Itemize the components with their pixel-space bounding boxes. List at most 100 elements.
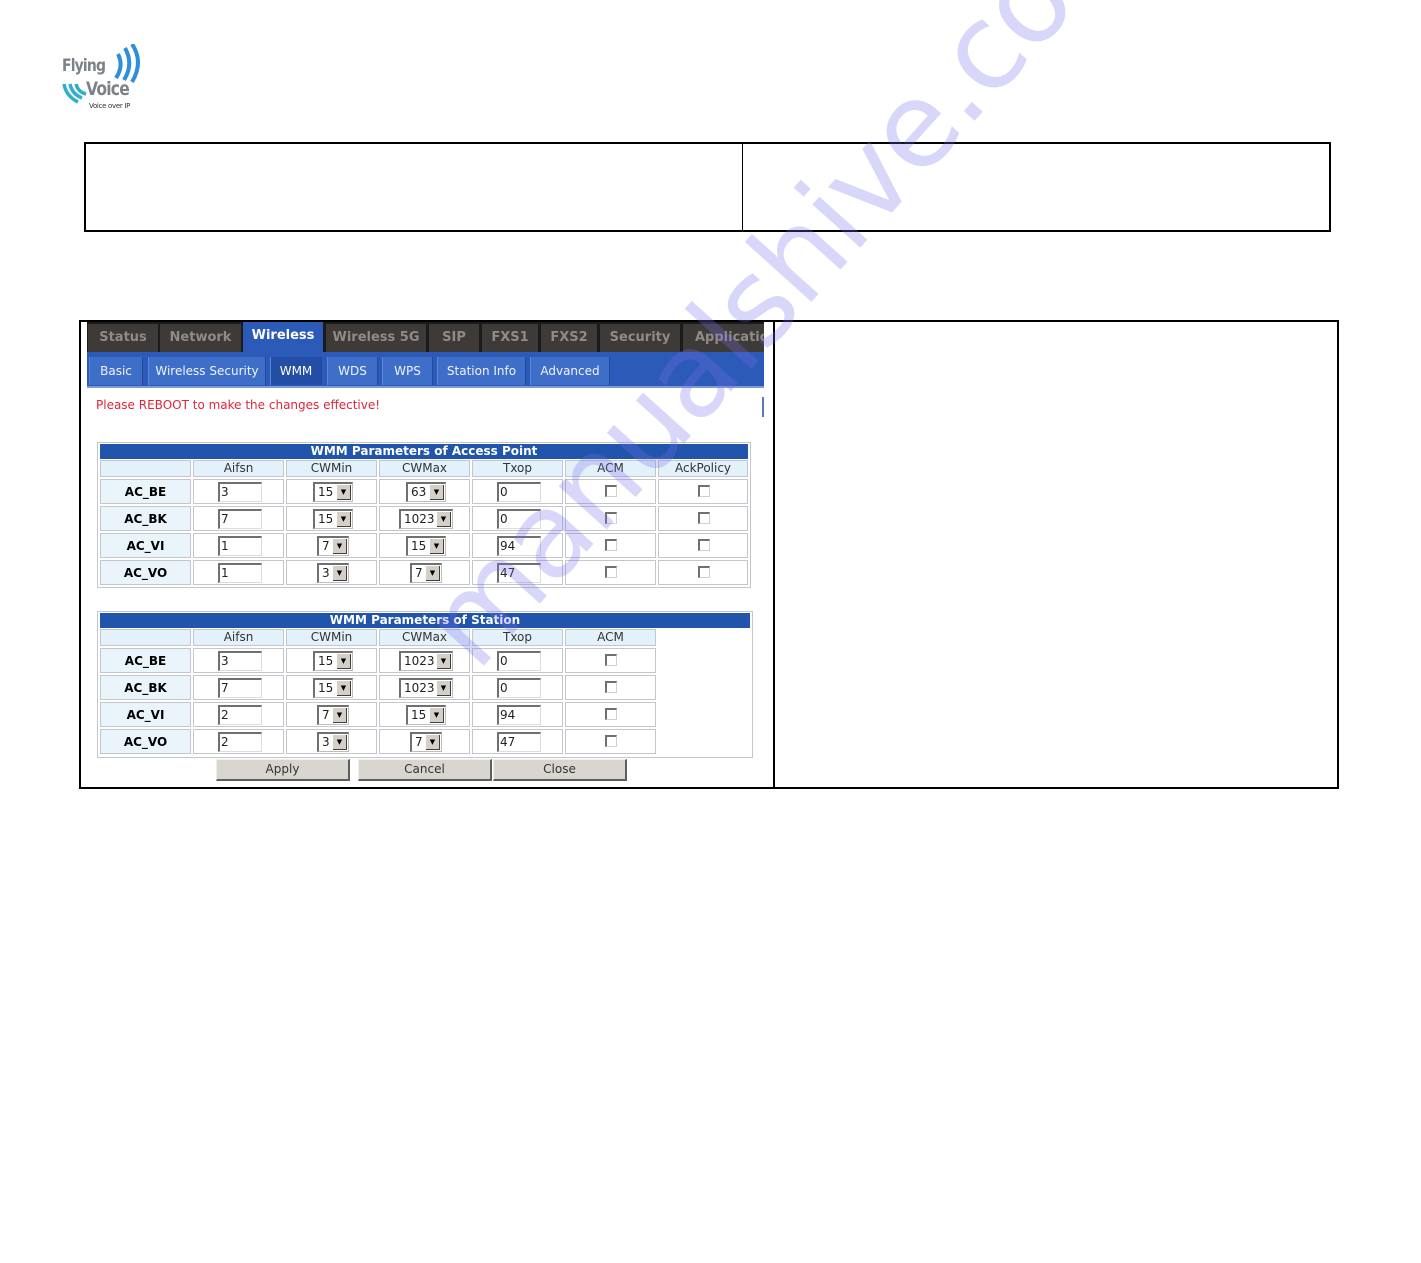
sub-tab-bar: Basic Wireless Security WMM WDS WPS Stat… xyxy=(87,352,764,386)
cwmin-select[interactable]: 15 ▼ xyxy=(313,482,353,502)
acm-checkbox[interactable] xyxy=(605,512,617,524)
acm-checkbox[interactable] xyxy=(605,485,617,497)
aifsn-input[interactable]: 2 xyxy=(218,705,262,725)
tab-wireless-5g[interactable]: Wireless 5G xyxy=(326,324,426,352)
table-cell: 94 xyxy=(472,702,563,727)
main-tab-bar: Status Network Wireless Wireless 5G SIP … xyxy=(87,322,764,354)
cwmax-select[interactable]: 1023 ▼ xyxy=(399,651,453,671)
ackpolicy-checkbox[interactable] xyxy=(698,539,710,551)
dropdown-arrow-icon[interactable]: ▼ xyxy=(437,681,451,696)
table-cell: 2 xyxy=(193,729,284,754)
acm-checkbox[interactable] xyxy=(605,708,617,720)
txop-input[interactable]: 47 xyxy=(497,563,541,583)
table-cell: 0 xyxy=(472,675,563,700)
cwmin-select[interactable]: 7 ▼ xyxy=(317,536,349,556)
tab-fxs1[interactable]: FXS1 xyxy=(482,324,538,352)
router-wmm-screenshot: Status Network Wireless Wireless 5G SIP … xyxy=(87,322,764,787)
subtab-wps[interactable]: WPS xyxy=(382,357,433,385)
txop-input[interactable]: 47 xyxy=(497,732,541,752)
table-cell xyxy=(565,506,656,531)
subtab-wireless-security[interactable]: Wireless Security xyxy=(148,357,266,385)
txop-input[interactable]: 0 xyxy=(497,678,541,698)
subtab-advanced[interactable]: Advanced xyxy=(530,357,610,385)
tab-network[interactable]: Network xyxy=(160,324,241,352)
acm-checkbox[interactable] xyxy=(605,566,617,578)
cwmin-selected-value: 15 xyxy=(318,654,334,668)
dropdown-arrow-icon[interactable]: ▼ xyxy=(333,708,347,723)
tab-status[interactable]: Status xyxy=(88,324,158,352)
aifsn-input[interactable]: 3 xyxy=(218,482,262,502)
subtab-wmm[interactable]: WMM xyxy=(270,357,322,385)
cwmin-select[interactable]: 15 ▼ xyxy=(313,651,353,671)
acm-checkbox[interactable] xyxy=(605,654,617,666)
cwmax-selected-value: 15 xyxy=(411,708,427,722)
tab-wireless[interactable]: Wireless xyxy=(243,322,323,354)
acm-checkbox[interactable] xyxy=(605,735,617,747)
table-cell: 3 xyxy=(193,479,284,504)
txop-input[interactable]: 0 xyxy=(497,509,541,529)
cwmax-select[interactable]: 1023 ▼ xyxy=(399,678,453,698)
txop-input[interactable]: 0 xyxy=(497,651,541,671)
ackpolicy-checkbox[interactable] xyxy=(698,512,710,524)
txop-input[interactable]: 94 xyxy=(497,705,541,725)
table-cell: 15 ▼ xyxy=(379,702,470,727)
aifsn-input[interactable]: 1 xyxy=(218,563,262,583)
ackpolicy-checkbox[interactable] xyxy=(698,566,710,578)
dropdown-arrow-icon[interactable]: ▼ xyxy=(333,566,347,581)
subtab-wds[interactable]: WDS xyxy=(327,357,378,385)
acm-checkbox[interactable] xyxy=(605,539,617,551)
dropdown-arrow-icon[interactable]: ▼ xyxy=(437,654,451,669)
close-button[interactable]: Close xyxy=(493,759,627,781)
cwmax-select[interactable]: 15 ▼ xyxy=(406,536,446,556)
dropdown-arrow-icon[interactable]: ▼ xyxy=(337,681,351,696)
cwmin-selected-value: 15 xyxy=(318,485,334,499)
scrollbar-edge[interactable] xyxy=(762,397,764,417)
right-panel-description xyxy=(780,330,1330,780)
dropdown-arrow-icon[interactable]: ▼ xyxy=(337,485,351,500)
dropdown-arrow-icon[interactable]: ▼ xyxy=(426,735,440,750)
table-cell: 47 xyxy=(472,560,563,585)
txop-input[interactable]: 94 xyxy=(497,536,541,556)
subtab-station-info[interactable]: Station Info xyxy=(437,357,526,385)
cwmax-select[interactable]: 7 ▼ xyxy=(410,563,442,583)
cwmax-select[interactable]: 63 ▼ xyxy=(406,482,446,502)
cwmin-select[interactable]: 15 ▼ xyxy=(313,678,353,698)
cwmin-select[interactable]: 3 ▼ xyxy=(317,563,349,583)
cwmax-select[interactable]: 15 ▼ xyxy=(406,705,446,725)
tab-security[interactable]: Security xyxy=(600,324,680,352)
cwmin-selected-value: 15 xyxy=(318,512,334,526)
tab-fxs2[interactable]: FXS2 xyxy=(541,324,597,352)
apply-button[interactable]: Apply xyxy=(216,759,350,781)
dropdown-arrow-icon[interactable]: ▼ xyxy=(333,735,347,750)
tab-sip[interactable]: SIP xyxy=(429,324,479,352)
aifsn-input[interactable]: 7 xyxy=(218,678,262,698)
ackpolicy-checkbox[interactable] xyxy=(698,485,710,497)
table-cell: 7 ▼ xyxy=(379,560,470,585)
cancel-button[interactable]: Cancel xyxy=(358,759,492,781)
aifsn-input[interactable]: 3 xyxy=(218,651,262,671)
cwmin-select[interactable]: 3 ▼ xyxy=(317,732,349,752)
cwmin-selected-value: 15 xyxy=(318,681,334,695)
dropdown-arrow-icon[interactable]: ▼ xyxy=(430,708,444,723)
cwmin-select[interactable]: 7 ▼ xyxy=(317,705,349,725)
dropdown-arrow-icon[interactable]: ▼ xyxy=(337,654,351,669)
aifsn-input[interactable]: 1 xyxy=(218,536,262,556)
subtab-basic[interactable]: Basic xyxy=(89,357,143,385)
cwmax-selected-value: 1023 xyxy=(404,654,435,668)
acm-checkbox[interactable] xyxy=(605,681,617,693)
dropdown-arrow-icon[interactable]: ▼ xyxy=(333,539,347,554)
dropdown-arrow-icon[interactable]: ▼ xyxy=(337,512,351,527)
header-blank-cell xyxy=(100,629,191,646)
cwmax-select[interactable]: 7 ▼ xyxy=(410,732,442,752)
dropdown-arrow-icon[interactable]: ▼ xyxy=(430,539,444,554)
txop-input[interactable]: 0 xyxy=(497,482,541,502)
dropdown-arrow-icon[interactable]: ▼ xyxy=(437,512,451,527)
dropdown-arrow-icon[interactable]: ▼ xyxy=(426,566,440,581)
dropdown-arrow-icon[interactable]: ▼ xyxy=(430,485,444,500)
aifsn-input[interactable]: 2 xyxy=(218,732,262,752)
tab-application[interactable]: Application xyxy=(683,324,764,352)
column-header: Aifsn xyxy=(193,629,284,646)
aifsn-input[interactable]: 7 xyxy=(218,509,262,529)
cwmax-select[interactable]: 1023 ▼ xyxy=(399,509,453,529)
cwmin-select[interactable]: 15 ▼ xyxy=(313,509,353,529)
